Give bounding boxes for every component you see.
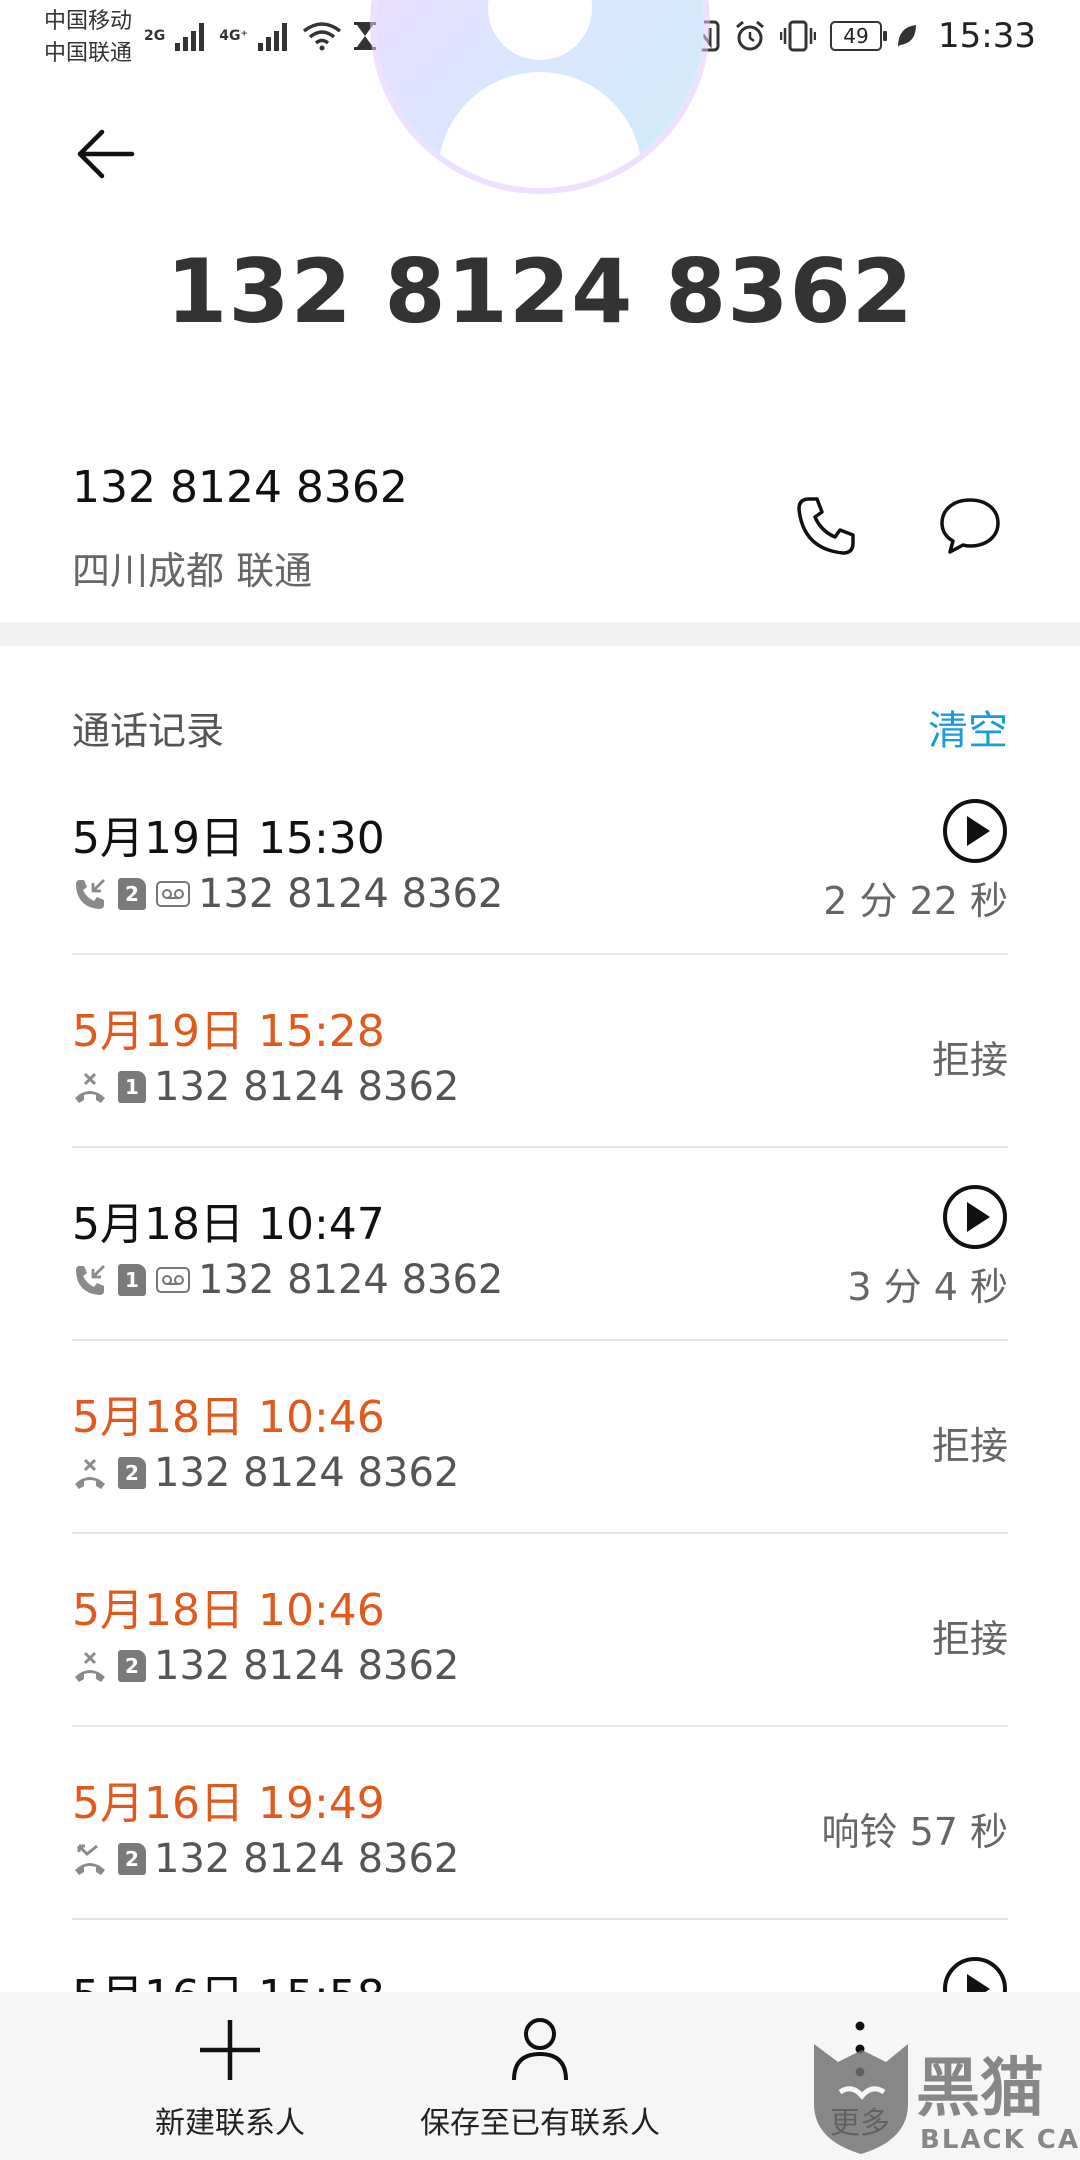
call-detail-screen: 中国移动 中国联通 2G 4G⁺ 49 15:33 132 8124 8362 … xyxy=(0,0,1080,2160)
alarm-icon xyxy=(736,20,764,51)
back-button[interactable] xyxy=(70,118,142,190)
call-date: 5月18日 10:46 xyxy=(72,1585,385,1636)
recording-glyph xyxy=(162,1275,184,1285)
call-log-row[interactable]: 5月18日 10:46 2 132 8124 8362 拒接 xyxy=(72,1534,1008,1727)
rejected-call-glyph xyxy=(75,1458,105,1489)
sim-card-icon: 1 xyxy=(118,1264,146,1296)
call-number: 132 8124 8362 xyxy=(154,1450,460,1496)
rejected-call-glyph xyxy=(75,1651,105,1682)
signal-icon xyxy=(175,23,205,51)
battery-level: 49 xyxy=(843,24,869,48)
watermark-cn-text: 黑猫 xyxy=(916,2052,1044,2126)
rejected-call-icon xyxy=(72,1648,108,1684)
call-status: 响铃 57 秒 xyxy=(821,1810,1008,1854)
call-log-row[interactable]: 5月18日 10:46 2 132 8124 8362 拒接 xyxy=(72,1341,1008,1534)
play-icon xyxy=(943,799,1007,863)
contact-number: 132 8124 8362 xyxy=(72,462,408,513)
contact-location: 四川成都 联通 xyxy=(72,549,313,593)
hourglass-icon xyxy=(353,22,376,50)
call-number: 132 8124 8362 xyxy=(198,871,504,917)
call-log-row[interactable]: 5月19日 15:30 2 132 8124 8362 2 分 22 秒 xyxy=(72,762,1008,955)
call-log-row[interactable]: 5月16日 19:49 2 132 8124 8362 响铃 57 秒 xyxy=(72,1727,1008,1920)
call-status: 3 分 4 秒 xyxy=(847,1265,1008,1309)
play-recording-button[interactable] xyxy=(942,1184,1008,1250)
message-button[interactable] xyxy=(934,490,1006,562)
network-type-2: 4G⁺ xyxy=(219,28,248,44)
call-details: 1 132 8124 8362 xyxy=(72,1064,460,1110)
avatar-body xyxy=(438,72,642,188)
section-divider xyxy=(0,622,1080,646)
call-status: 拒接 xyxy=(931,1424,1008,1468)
call-details: 2 132 8124 8362 xyxy=(72,1450,460,1496)
call-status: 拒接 xyxy=(931,1617,1008,1661)
call-date: 5月19日 15:28 xyxy=(72,1006,385,1057)
incoming-call-icon xyxy=(72,1262,108,1298)
rejected-call-glyph xyxy=(75,1072,105,1103)
save-to-existing-contact-button[interactable]: 保存至已有联系人 xyxy=(400,1992,680,2160)
call-number: 132 8124 8362 xyxy=(198,1257,504,1303)
call-date: 5月19日 15:30 xyxy=(72,813,385,864)
phone-icon xyxy=(797,497,855,555)
sim-card-icon: 2 xyxy=(118,878,146,910)
person-icon xyxy=(512,2018,568,2081)
call-log-list: 5月19日 15:30 2 132 8124 8362 2 分 22 秒 5月19日 1… xyxy=(72,762,1008,2113)
call-date: 5月18日 10:47 xyxy=(72,1199,385,1250)
call-button[interactable] xyxy=(790,490,862,562)
wifi-icon xyxy=(302,22,341,51)
rejected-call-icon xyxy=(72,1069,108,1105)
call-log-row[interactable]: 5月18日 10:47 1 132 8124 8362 3 分 4 秒 xyxy=(72,1148,1008,1341)
page-title: 132 8124 8362 xyxy=(166,240,914,343)
new-contact-label: 新建联系人 xyxy=(155,2106,305,2141)
call-log-title: 通话记录 xyxy=(72,709,225,753)
signal-icon xyxy=(257,23,287,51)
carrier-2: 中国联通 xyxy=(44,41,133,66)
incoming-call-icon xyxy=(72,876,108,912)
call-details: 2 132 8124 8362 xyxy=(72,1643,460,1689)
watermark-en-text: BLACK CAT xyxy=(920,2125,1078,2155)
play-recording-button[interactable] xyxy=(942,798,1008,864)
sim-card-icon: 2 xyxy=(118,1650,146,1682)
call-status: 拒接 xyxy=(931,1038,1008,1082)
call-status: 2 分 22 秒 xyxy=(823,879,1008,923)
battery-indicator: 49 xyxy=(830,21,888,51)
recording-glyph xyxy=(162,889,184,899)
back-arrow-icon xyxy=(77,129,135,179)
vibrate-icon xyxy=(780,20,817,52)
leaf-icon xyxy=(898,25,917,47)
network-type-1: 2G xyxy=(144,28,166,44)
call-date: 5月18日 10:46 xyxy=(72,1392,385,1443)
call-details: 2 132 8124 8362 xyxy=(72,871,504,917)
missed-call-glyph xyxy=(75,1844,105,1875)
call-number: 132 8124 8362 xyxy=(154,1064,460,1110)
new-contact-button[interactable]: 新建联系人 xyxy=(130,1992,330,2160)
recording-icon xyxy=(156,881,190,907)
call-details: 1 132 8124 8362 xyxy=(72,1257,504,1303)
carrier-1: 中国移动 xyxy=(44,9,133,34)
sim-card-icon: 2 xyxy=(118,1457,146,1489)
sim-card-icon: 1 xyxy=(118,1071,146,1103)
carrier-labels: 中国移动 中国联通 xyxy=(44,6,132,70)
message-icon xyxy=(940,498,1000,554)
plus-icon xyxy=(200,2020,260,2080)
incoming-call-glyph xyxy=(76,1265,105,1295)
rejected-call-icon xyxy=(72,1455,108,1491)
clear-call-log-button[interactable]: 清空 xyxy=(928,698,1008,756)
call-log-row[interactable]: 5月19日 15:28 1 132 8124 8362 拒接 xyxy=(72,955,1008,1148)
play-icon xyxy=(943,1185,1007,1249)
call-details: 2 132 8124 8362 xyxy=(72,1836,460,1882)
save-to-existing-label: 保存至已有联系人 xyxy=(420,2106,660,2141)
sim-card-icon: 2 xyxy=(118,1843,146,1875)
avatar-head xyxy=(488,0,592,60)
call-number: 132 8124 8362 xyxy=(154,1643,460,1689)
black-cat-watermark: 黑猫 BLACK CAT xyxy=(814,2044,1078,2155)
call-number: 132 8124 8362 xyxy=(154,1836,460,1882)
incoming-call-glyph xyxy=(76,879,105,909)
call-date: 5月16日 19:49 xyxy=(72,1778,385,1829)
recording-icon xyxy=(156,1267,190,1293)
cat-shield-logo xyxy=(814,2044,908,2154)
contact-avatar xyxy=(376,0,704,188)
missed-call-icon xyxy=(72,1841,108,1877)
status-time: 15:33 xyxy=(938,16,1036,56)
